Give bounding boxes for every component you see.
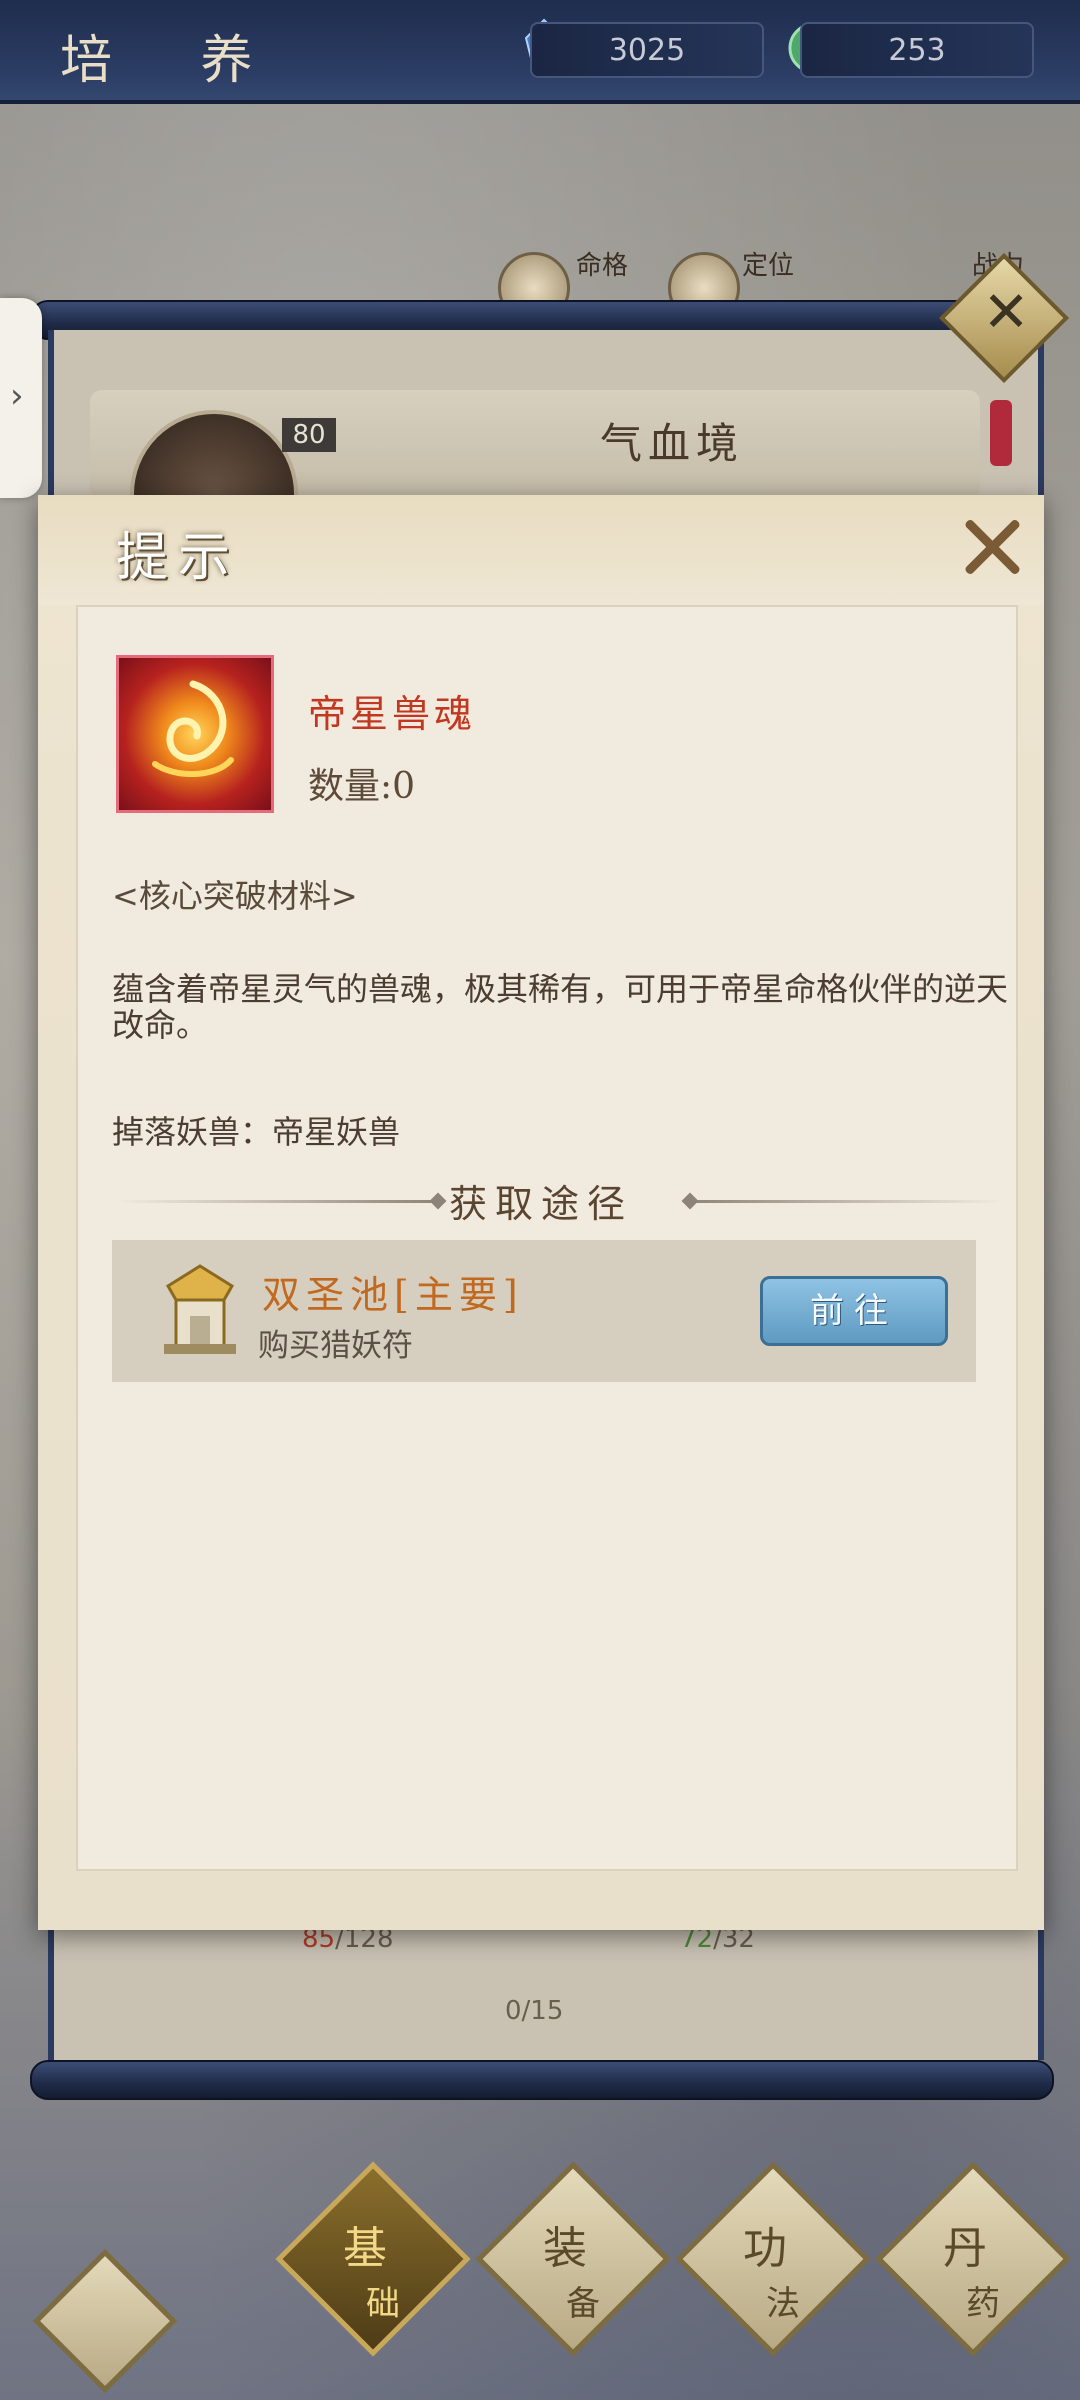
- position-label: 定位: [742, 251, 795, 281]
- item-quantity: 数量:0: [308, 766, 416, 807]
- route-name: 双圣池[主要]: [262, 1273, 524, 1317]
- item-drop-source: 掉落妖兽：帝星妖兽: [112, 1113, 401, 1151]
- divider-right: [684, 1200, 1004, 1203]
- nav-equipment-label: 装备: [543, 2223, 600, 2324]
- side-expand-tab[interactable]: ›: [0, 298, 42, 498]
- jade-counter: 253: [800, 22, 1034, 78]
- jade-value: 253: [888, 32, 946, 68]
- beast-soul-item-icon: [116, 655, 274, 813]
- top-bar: 培 养 3025 253: [0, 0, 1080, 104]
- nav-skills-label: 功法: [743, 2223, 800, 2324]
- chevron-right-icon: ›: [10, 376, 24, 416]
- realm-title: 气血境: [600, 419, 745, 468]
- counter-center: 0/15: [505, 1996, 564, 2026]
- nav-pills-label: 丹药: [943, 2223, 1000, 2324]
- dialog-close-button[interactable]: [956, 511, 1026, 581]
- scroll-rod-bottom: [30, 2060, 1054, 2100]
- obtain-route-row: 双圣池[主要] 购买猎妖符 前往: [112, 1240, 976, 1382]
- crystal-value: 3025: [608, 32, 686, 68]
- item-tip-dialog: 提示 帝星兽魂 数量:0 <核心突破材料> 蕴含着帝星灵气的兽魂，极其稀有，可用…: [38, 495, 1044, 1930]
- page-title: 培 养: [60, 31, 289, 91]
- dialog-title: 提示: [116, 528, 241, 588]
- item-name: 帝星兽魂: [308, 692, 477, 736]
- tassel-decoration: [990, 400, 1012, 466]
- nav-basic-label: 基础: [343, 2223, 400, 2324]
- go-button[interactable]: 前往: [760, 1276, 948, 1346]
- crystal-counter: 3025: [530, 22, 764, 78]
- item-description: 蕴含着帝星灵气的兽魂，极其稀有，可用于帝星命格伙伴的逆天改命。: [112, 970, 1009, 1044]
- partner-level: 80: [282, 418, 336, 452]
- close-icon: ✕: [982, 279, 1030, 345]
- shrine-icon: [150, 1260, 250, 1360]
- route-subtitle: 购买猎妖符: [258, 1328, 413, 1364]
- item-category: <核心突破材料>: [112, 877, 358, 915]
- fate-label: 命格: [576, 251, 629, 281]
